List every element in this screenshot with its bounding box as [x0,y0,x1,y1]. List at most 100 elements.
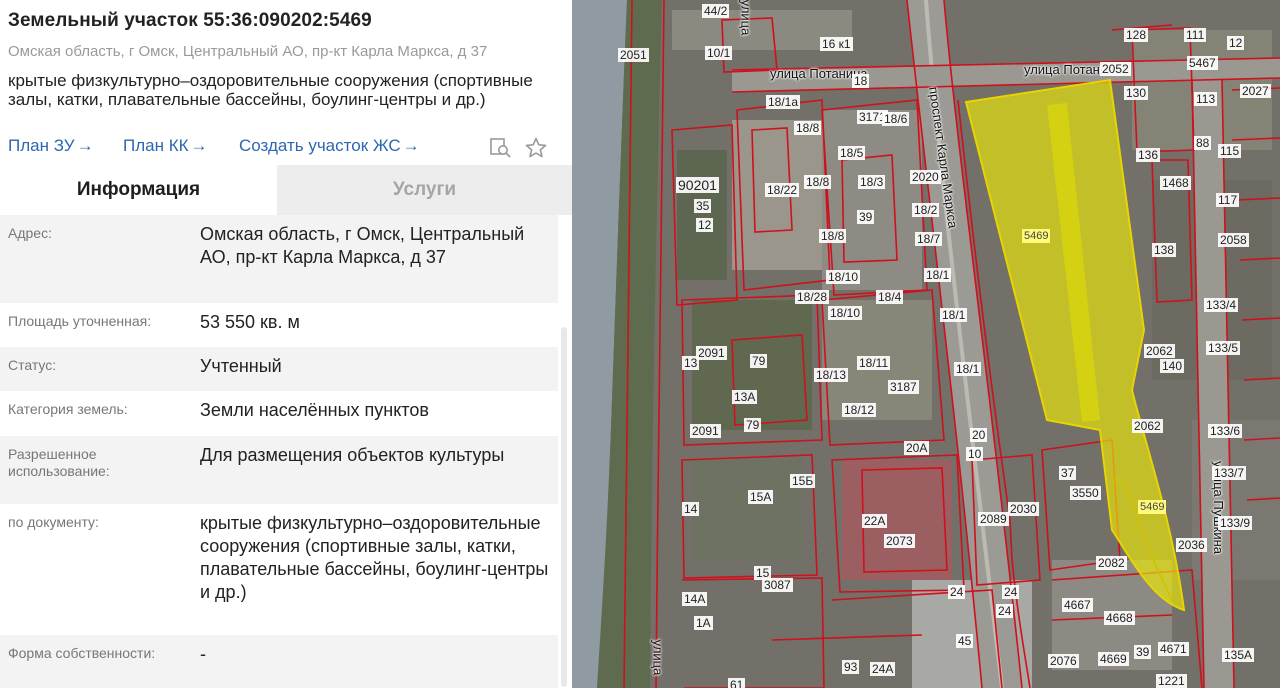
cadastral-label: 115 [1218,144,1242,158]
cadastral-label: 4668 [1104,611,1135,625]
cadastral-label: 2091 [690,424,721,438]
cadastral-label: 93 [842,660,860,674]
info-row-permitted-use: Разрешенное использование: Для размещени… [0,436,558,504]
cadastral-label: 2051 [618,48,649,62]
row-label: Разрешенное использование: [8,446,110,479]
cadastral-label: 133/7 [1212,466,1247,480]
cadastral-label: 18/8 [819,229,847,243]
cadastral-label: 2036 [1176,538,1207,552]
cadastral-label: 4671 [1158,642,1189,656]
cadastral-label: 2089 [978,512,1009,526]
row-value: Земли населённых пунктов [200,400,429,420]
cadastral-label: 2020 [910,170,941,184]
row-value: Учтенный [200,356,282,376]
cadastral-label: 18/12 [842,403,877,417]
cadastral-label: 24А [870,662,896,676]
cadastral-label: 88 [1194,136,1212,150]
cadastral-label: 18/1 [924,268,952,282]
row-label: Категория земель: [8,401,128,417]
cadastral-label: 135А [1222,648,1255,662]
cadastral-label: 2062 [1144,344,1175,358]
cadastral-label: 39 [857,210,875,224]
cadastral-label: 2091 [696,346,727,360]
cadastral-label: 13А [732,390,758,404]
street-label: улица [738,0,754,36]
cadastral-label: 61 [728,678,746,688]
cadastral-label: 5467 [1187,56,1218,70]
cadastral-label: 18/1 [940,308,968,322]
cadastral-label: 10 [966,447,984,461]
cadastral-label: 130 [1124,86,1149,100]
row-value: крытые физкультурно–оздоровительные соор… [200,513,549,602]
create-zhs-link[interactable]: Создать участок ЖС → [239,136,420,156]
cadastral-map[interactable]: улица Потанина улица Потанина проспект К… [572,0,1280,688]
row-label: Статус: [8,357,57,373]
arrow-right-icon: → [190,136,208,155]
cadastral-label: 79 [750,354,768,368]
row-label: Форма собственности: [8,645,156,661]
cadastral-label: 15Б [790,474,816,488]
scrollbar-thumb[interactable] [561,327,567,687]
highlighted-parcel-label[interactable]: 5469 [1138,500,1167,514]
cadastral-label: 35 [694,199,712,213]
cadastral-label: 18/3 [858,175,886,189]
cadastral-label: 18/2 [912,203,940,217]
cadastral-label: 79 [744,418,762,432]
info-panel: Земельный участок 55:36:090202:5469 Омск… [0,0,572,688]
cadastral-label: 133/4 [1204,298,1239,312]
cadastral-label: 136 [1136,148,1161,162]
cadastral-label: 14 [682,502,700,516]
cadastral-label: 14А [682,592,708,606]
cadastral-label: 2027 [1240,84,1271,98]
find-on-map-icon[interactable] [489,136,513,160]
arrow-right-icon: → [402,136,420,155]
cadastral-label: 18/7 [915,232,943,246]
cadastral-label: 18/22 [765,183,800,197]
cadastral-label: 3087 [762,578,793,592]
cadastral-label: 133/9 [1218,516,1253,530]
info-row-area: Площадь уточненная: 53 550 кв. м [0,303,558,347]
cadastral-label: 2030 [1008,502,1039,516]
info-row-by-document: по документу: крытые физкультурно–оздоро… [0,504,558,635]
cadastral-label: 20 [970,428,988,442]
info-row-address: Адрес: Омская область, г Омск, Центральн… [0,215,558,303]
cadastral-label: 16 к1 [820,37,853,51]
cadastral-label: 90201 [676,177,719,193]
cadastral-label: 18/8 [794,121,822,135]
highlighted-parcel-label[interactable]: 5469 [1022,229,1051,243]
parcel-address: Омская область, г Омск, Центральный АО, … [8,43,488,60]
cadastral-label: 18/1а [766,95,801,109]
cadastral-label: 18 [852,74,870,88]
cadastral-label: 3550 [1070,486,1101,500]
row-label: по документу: [8,514,99,530]
cadastral-label: 20А [904,441,930,455]
cadastral-label: 18/6 [882,112,910,126]
row-label: Площадь уточненная: [8,313,152,329]
cadastral-label: 140 [1160,359,1185,373]
tab-information[interactable]: Информация [0,165,277,215]
cadastral-label: 24 [996,604,1014,618]
cadastral-label: 128 [1124,28,1149,42]
star-icon[interactable] [524,136,548,160]
cadastral-label: 111 [1184,28,1207,42]
cadastral-label: 44/2 [702,4,730,18]
cadastral-label: 18/4 [876,290,904,304]
plan-kk-link[interactable]: План КК → [123,136,208,156]
parcel-purpose: крытые физкультурно–оздоровительные соор… [8,71,533,109]
cadastral-label: 12 [696,218,714,232]
cadastral-label: 18/10 [826,270,861,284]
cadastral-label: 18/28 [795,290,830,304]
street-label: улица [650,639,666,676]
cadastral-label: 18/10 [828,306,863,320]
row-value: 53 550 кв. м [200,312,300,332]
cadastral-label: 18/8 [804,175,832,189]
scrollbar[interactable] [558,215,572,688]
action-links: План ЗУ → План КК → Создать участок ЖС → [8,136,560,160]
cadastral-label: 13 [682,356,700,370]
plan-zu-link[interactable]: План ЗУ → [8,136,94,156]
row-value: - [200,644,206,664]
cadastral-label: 2062 [1132,419,1163,433]
info-row-category: Категория земель: Земли населённых пункт… [0,391,558,436]
tab-services[interactable]: Услуги [277,165,572,215]
cadastral-label: 22А [862,514,888,528]
